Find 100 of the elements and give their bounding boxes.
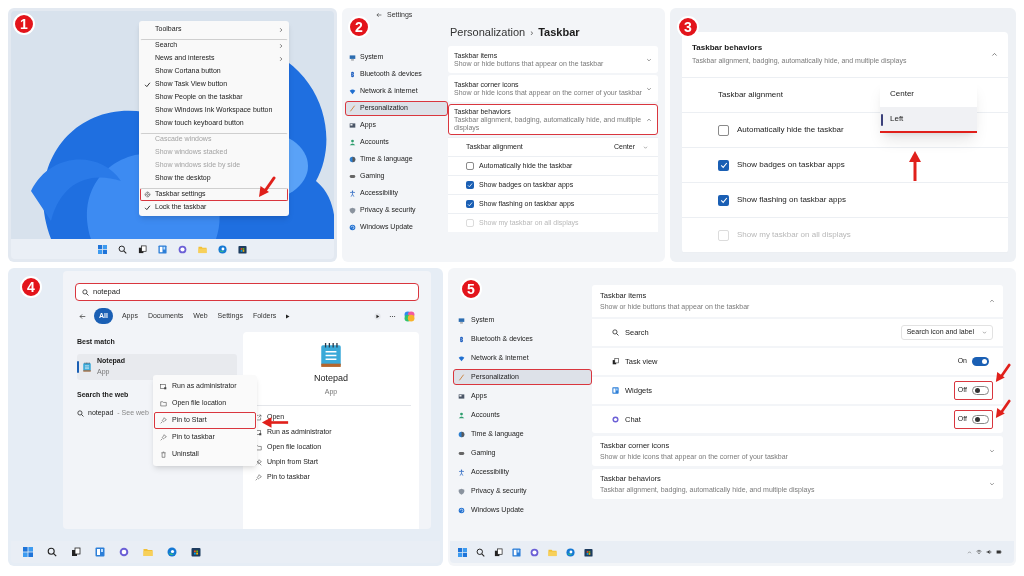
pin-icon [160, 417, 167, 424]
checkbox-label: Show badges on taskbar apps [737, 159, 845, 171]
checkbox[interactable] [718, 124, 729, 136]
start-icon[interactable] [98, 244, 107, 254]
checkbox[interactable] [718, 159, 729, 171]
toggle-switch[interactable] [972, 415, 989, 424]
section-title: Taskbar behaviors [692, 42, 764, 55]
wifi-icon [458, 354, 465, 362]
unpin-icon [255, 459, 262, 466]
checkbox[interactable] [466, 181, 474, 189]
shield-icon [458, 487, 465, 495]
chevron-up-icon[interactable] [991, 51, 998, 58]
battery-icon[interactable] [996, 549, 1002, 555]
task-view-icon [612, 358, 619, 365]
chat-icon[interactable] [178, 244, 187, 254]
window-icon [255, 429, 262, 436]
widgets-icon[interactable] [512, 547, 521, 557]
monitor-icon [349, 54, 356, 61]
task-view-icon[interactable] [494, 547, 503, 557]
back-arrow-icon[interactable] [79, 312, 86, 320]
globe-icon [349, 156, 356, 163]
store-icon[interactable] [191, 547, 201, 557]
annotation-arrow [995, 399, 1011, 419]
checkbox[interactable] [466, 200, 474, 208]
breadcrumb-parent[interactable]: Personalization [450, 23, 526, 40]
page-title: Taskbar [538, 24, 580, 40]
dropdown-option[interactable]: Center [880, 81, 977, 107]
widgets-icon [612, 387, 619, 394]
play-icon[interactable] [374, 312, 381, 320]
wifi-icon[interactable] [976, 549, 982, 555]
chevron-up-icon[interactable] [646, 116, 652, 123]
checkbox[interactable] [718, 194, 729, 206]
chevron-down-icon [643, 144, 648, 150]
annotation-arrow [258, 176, 276, 198]
toggle-switch[interactable] [972, 357, 989, 366]
step-badge: 2 [348, 16, 370, 38]
monitor-icon [458, 316, 465, 324]
chevron-down-icon[interactable] [989, 481, 995, 487]
task-view-icon[interactable] [71, 547, 81, 557]
chevron-right-icon [278, 26, 284, 33]
chevron-up-icon[interactable] [989, 298, 995, 304]
pin-icon [160, 434, 167, 441]
accessibility-icon [349, 190, 356, 197]
chevron-down-icon[interactable] [646, 85, 652, 92]
chevron-down-icon [982, 330, 987, 335]
pen-icon [458, 373, 465, 381]
check-icon [144, 81, 151, 88]
search-icon [612, 329, 619, 336]
annotation-arrow [909, 150, 921, 182]
gear-icon [144, 191, 151, 198]
widgets-icon[interactable] [158, 244, 167, 254]
step-badge: 3 [677, 16, 699, 38]
chevron-down-icon[interactable] [646, 56, 652, 63]
play-icon[interactable] [285, 313, 291, 319]
search-icon[interactable] [118, 244, 127, 254]
person-icon [349, 139, 356, 146]
step-badge: 4 [20, 276, 42, 298]
store-icon[interactable] [584, 547, 593, 557]
folder-icon [160, 400, 167, 407]
widgets-icon[interactable] [95, 547, 105, 557]
dropdown-option[interactable]: Left [880, 107, 977, 133]
person-icon [458, 411, 465, 419]
wifi-icon [349, 88, 356, 95]
search-icon[interactable] [476, 547, 485, 557]
browser-icon[interactable] [218, 244, 227, 254]
browser-icon[interactable] [566, 547, 575, 557]
task-view-icon[interactable] [138, 244, 147, 254]
notepad-icon [82, 361, 92, 372]
speaker-icon[interactable] [986, 549, 992, 555]
toggle-switch[interactable] [972, 386, 989, 395]
search-icon [82, 288, 89, 296]
pen-icon [349, 105, 356, 112]
shield-icon [349, 207, 356, 214]
open-icon [255, 414, 262, 421]
folder-icon [255, 444, 262, 451]
chat-icon [612, 416, 619, 423]
update-icon [458, 506, 465, 514]
apps-icon [458, 392, 465, 400]
app-name: Notepad [314, 372, 348, 385]
store-icon[interactable] [238, 244, 247, 254]
assistant-icon[interactable] [404, 310, 415, 322]
back-arrow-icon[interactable] [376, 12, 382, 18]
checkbox[interactable] [466, 162, 474, 170]
globe-icon [458, 430, 465, 438]
checkbox-label: Automatically hide the taskbar [737, 124, 844, 136]
chat-icon[interactable] [530, 547, 539, 557]
setting-label: Taskbar alignment [718, 89, 783, 101]
start-icon[interactable] [458, 547, 467, 557]
checkbox-label: Show flashing on taskbar apps [737, 194, 846, 206]
browser-icon[interactable] [167, 547, 177, 557]
chevron-down-icon[interactable] [989, 448, 995, 454]
search-icon [77, 409, 84, 417]
search-icon[interactable] [47, 547, 57, 557]
start-icon[interactable] [23, 547, 33, 557]
chat-icon[interactable] [119, 547, 129, 557]
check-icon [144, 204, 151, 211]
window-icon [160, 383, 167, 390]
update-icon [349, 224, 356, 231]
trash-icon [160, 451, 167, 458]
accessibility-icon [458, 468, 465, 476]
